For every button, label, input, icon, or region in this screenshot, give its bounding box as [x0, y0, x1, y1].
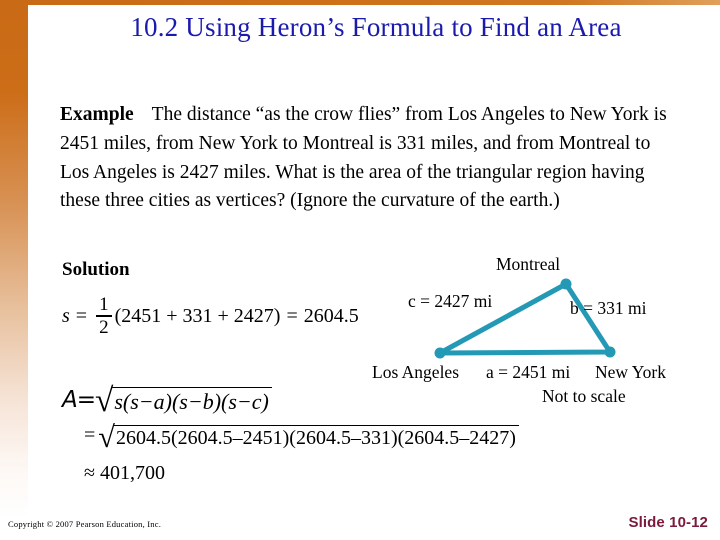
semiperimeter-equals-2: =	[286, 305, 298, 328]
fraction-numerator: 1	[99, 294, 109, 315]
vertex-new-york-dot	[604, 346, 616, 358]
vertex-label-los-angeles: Los Angeles	[372, 362, 460, 382]
semiperimeter-expression: (2451 + 331 + 2427)	[114, 305, 281, 328]
equation-semiperimeter: s = 1 2 (2451 + 331 + 2427) = 2604.5	[62, 295, 359, 338]
page-title: 10.2 Using Heron’s Formula to Find an Ar…	[130, 12, 622, 42]
semiperimeter-equals: =	[75, 305, 88, 328]
vertex-label-new-york: New York	[595, 362, 666, 382]
example-paragraph: Example The distance “as the crow flies” …	[60, 101, 674, 216]
example-label: Example	[60, 104, 134, 125]
radicand-substituted: 2604.5(2604.5–2451)(2604.5–331)(2604.5–2…	[112, 425, 519, 450]
area-lhs: A=	[62, 387, 96, 413]
semiperimeter-variable: s	[62, 305, 70, 328]
equation-area-result: ≈ 401,700	[84, 462, 165, 484]
slide: 10.2 Using Heron’s Formula to Find an Ar…	[0, 0, 720, 540]
equation-heron-formula: A= √ s(s−a)(s−b)(s−c)	[62, 384, 272, 417]
solution-label: Solution	[62, 259, 130, 280]
not-to-scale-note: Not to scale	[542, 386, 626, 406]
side-label-b: b = 331 mi	[570, 298, 647, 318]
vertex-montreal-dot	[560, 278, 572, 290]
triangle-svg	[434, 278, 616, 359]
radical-heron: √ s(s−a)(s−b)(s−c)	[95, 384, 272, 417]
equation-area-substituted: = √ 2604.5(2604.5–2451)(2604.5–331)(2604…	[84, 422, 519, 452]
radicand-heron: s(s−a)(s−b)(s−c)	[111, 387, 272, 415]
triangle-diagram: Montreal c = 2427 mi b = 331 mi Los Ange…	[370, 252, 710, 412]
slide-number: Slide 10-12	[628, 514, 708, 531]
fraction-denominator: 2	[99, 316, 109, 338]
semiperimeter-result: 2604.5	[303, 305, 359, 328]
vertex-label-montreal: Montreal	[496, 254, 561, 274]
top-accent-bar	[28, 0, 720, 5]
side-label-a: a = 2451 mi	[486, 362, 571, 382]
side-label-c: c = 2427 mi	[408, 291, 493, 311]
one-half-fraction: 1 2	[96, 295, 112, 337]
copyright-text: Copyright © 2007 Pearson Education, Inc.	[8, 519, 162, 529]
radical-substituted: √ 2604.5(2604.5–2451)(2604.5–331)(2604.5…	[98, 422, 519, 452]
example-text: The distance “as the crow flies” from Lo…	[60, 104, 667, 212]
left-accent-bar	[0, 0, 28, 540]
substituted-equals: =	[84, 424, 96, 446]
vertex-los-angeles-dot	[434, 347, 446, 359]
